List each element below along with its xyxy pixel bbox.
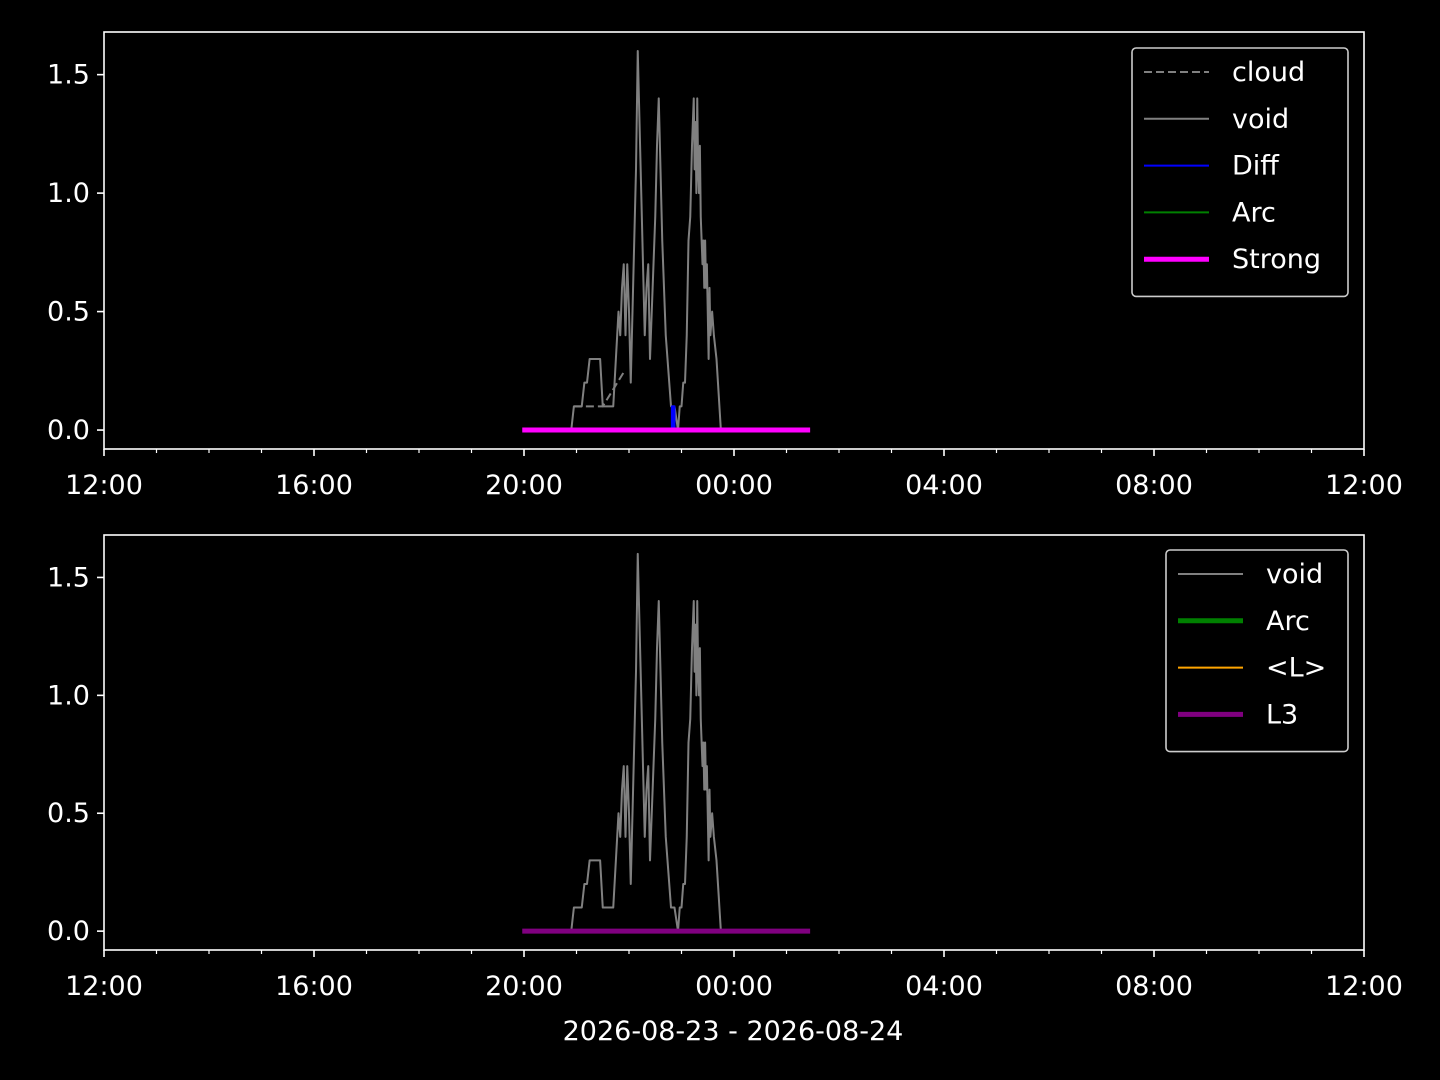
x-tick-label: 16:00 [275,971,353,1002]
x-tick-label: 04:00 [905,470,983,501]
legend-label: void [1266,559,1323,590]
legend-label: Diff [1232,151,1280,182]
y-tick-label: 0.0 [47,916,90,947]
x-tick-label: 12:00 [1325,971,1403,1002]
legend-label: Strong [1232,244,1321,275]
x-tick-label: 08:00 [1115,470,1193,501]
x-tick-label: 16:00 [275,470,353,501]
legend-label: L3 [1266,699,1298,730]
series-diff-line [670,405,676,432]
y-tick-label: 1.0 [47,680,90,711]
x-tick-label: 12:00 [65,470,143,501]
legend-label: Arc [1232,197,1276,228]
x-tick-label: 12:00 [65,971,143,1002]
y-tick-label: 0.0 [47,415,90,446]
legend-label: cloud [1232,57,1305,88]
y-tick-label: 0.5 [47,297,90,328]
y-tick-label: 0.5 [47,798,90,829]
legend-label: Arc [1266,606,1310,637]
x-tick-label: 20:00 [485,971,563,1002]
x-axis-label: 2026-08-23 - 2026-08-24 [563,1016,904,1047]
figure: 0.0 0.5 1.0 1.5 12:00 16:00 20:00 00:00 04:00 08:… [0,0,1440,1080]
x-tick-label: 00:00 [695,971,773,1002]
y-tick-label: 1.0 [47,178,90,209]
legend-label: void [1232,104,1289,135]
x-tick-label: 12:00 [1325,470,1403,501]
y-tick-label: 1.5 [47,562,90,593]
y-tick-label: 1.5 [47,60,90,91]
legend-label: <L> [1266,653,1326,684]
x-tick-label: 08:00 [1115,971,1193,1002]
x-tick-label: 20:00 [485,470,563,501]
x-tick-label: 00:00 [695,470,773,501]
x-tick-label: 04:00 [905,971,983,1002]
